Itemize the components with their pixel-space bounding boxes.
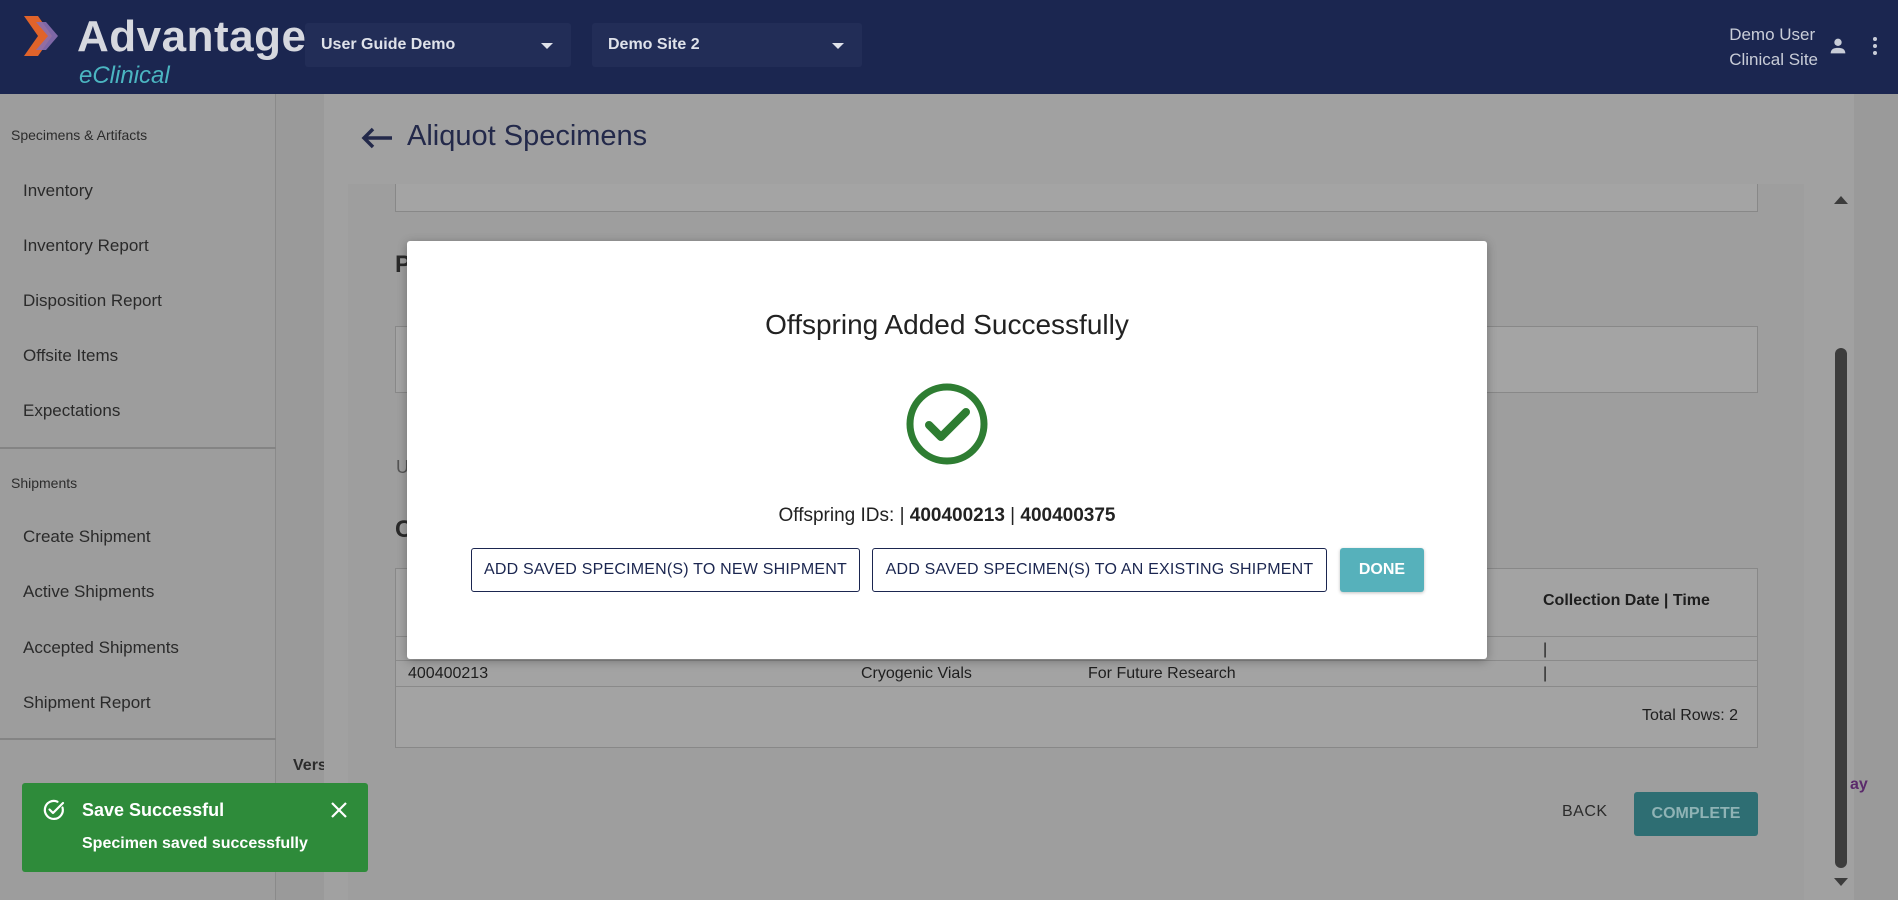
sidebar: Specimens & Artifacts Inventory Inventor… [0,94,276,900]
sidebar-item-shipment-report[interactable]: Shipment Report [23,693,151,713]
row-divider [396,660,1757,661]
chevron-down-icon [832,43,844,49]
form-section-box [395,184,1758,212]
user-name: Demo User [1729,25,1816,44]
dialog-title: Offspring Added Successfully [765,309,1129,340]
row-divider [396,686,1757,687]
site-select[interactable]: Demo Site 2 [592,23,862,67]
done-button[interactable]: DONE [1340,548,1424,592]
toast-message: Specimen saved successfully [82,835,308,852]
column-header-collection: Collection Date | Time [1543,592,1710,609]
sidebar-item-active-shipments[interactable]: Active Shipments [23,582,154,602]
close-icon[interactable] [330,801,348,819]
sidebar-item-offsite-items[interactable]: Offsite Items [23,346,118,366]
site-select-value: Demo Site 2 [608,36,700,53]
sidebar-section-title: Specimens & Artifacts [11,127,148,143]
table-cell: For Future Research [1088,665,1236,682]
sidebar-item-inventory-report[interactable]: Inventory Report [23,236,149,256]
scroll-up-icon[interactable] [1834,196,1848,204]
logo-wordmark: Advantage [77,12,307,61]
add-to-new-shipment-button[interactable]: ADD SAVED SPECIMEN(S) TO NEW SHIPMENT [471,548,860,592]
user-info: Demo User Clinical Site [1729,22,1818,72]
study-select[interactable]: User Guide Demo [305,23,571,67]
success-dialog: Offspring Added Successfully Offspring I… [407,241,1487,659]
add-to-existing-shipment-button[interactable]: ADD SAVED SPECIMEN(S) TO AN EXISTING SHI… [872,548,1327,592]
check-circle-icon [43,799,65,821]
offspring-id: 400400213 [909,505,1005,526]
table-cell: 400400213 [408,665,489,682]
sidebar-section-title: Shipments [11,475,78,491]
offspring-id: 400400375 [1020,505,1116,526]
sidebar-item-create-shipment[interactable]: Create Shipment [23,527,151,547]
more-vert-icon[interactable] [1872,36,1878,56]
offspring-ids: Offspring IDs: | 400400213 | 400400375 [407,505,1487,527]
app-header: Advantage eClinical User Guide Demo Demo… [0,0,1898,94]
sidebar-divider [0,738,276,740]
success-toast: Save Successful Specimen saved successfu… [22,783,368,872]
person-icon[interactable] [1827,35,1849,57]
arrow-back-icon[interactable] [360,124,394,152]
table-cell: | [1543,641,1548,658]
page-title: Aliquot Specimens [407,120,648,152]
total-rows: Total Rows: 2 [1641,707,1738,724]
app-logo[interactable]: Advantage eClinical [24,10,306,89]
logo-chevron-icon [24,16,58,56]
offspring-ids-separator: | [1010,505,1016,526]
version-label: Vers [293,757,327,774]
sidebar-item-accepted-shipments[interactable]: Accepted Shipments [23,638,179,658]
table-cell: | [1543,665,1548,682]
check-circle-icon [906,383,988,465]
scrollbar-thumb[interactable] [1835,348,1847,868]
offspring-ids-label: Offspring IDs: | [778,505,905,526]
logo-subtitle: eClinical [79,62,170,89]
scroll-down-icon[interactable] [1834,878,1848,886]
user-site: Clinical Site [1729,50,1818,69]
sidebar-divider [0,447,276,449]
sidebar-item-inventory[interactable]: Inventory [23,181,93,201]
table-cell: Cryogenic Vials [861,665,972,682]
sidebar-item-expectations[interactable]: Expectations [23,401,120,421]
chevron-down-icon [541,43,553,49]
sidebar-item-disposition-report[interactable]: Disposition Report [23,291,162,311]
edge-link-fragment[interactable]: ay [1850,776,1868,794]
complete-button[interactable]: COMPLETE [1634,792,1758,836]
study-select-value: User Guide Demo [321,36,456,53]
back-button[interactable]: BACK [1562,803,1608,821]
toast-title: Save Successful [82,800,225,820]
